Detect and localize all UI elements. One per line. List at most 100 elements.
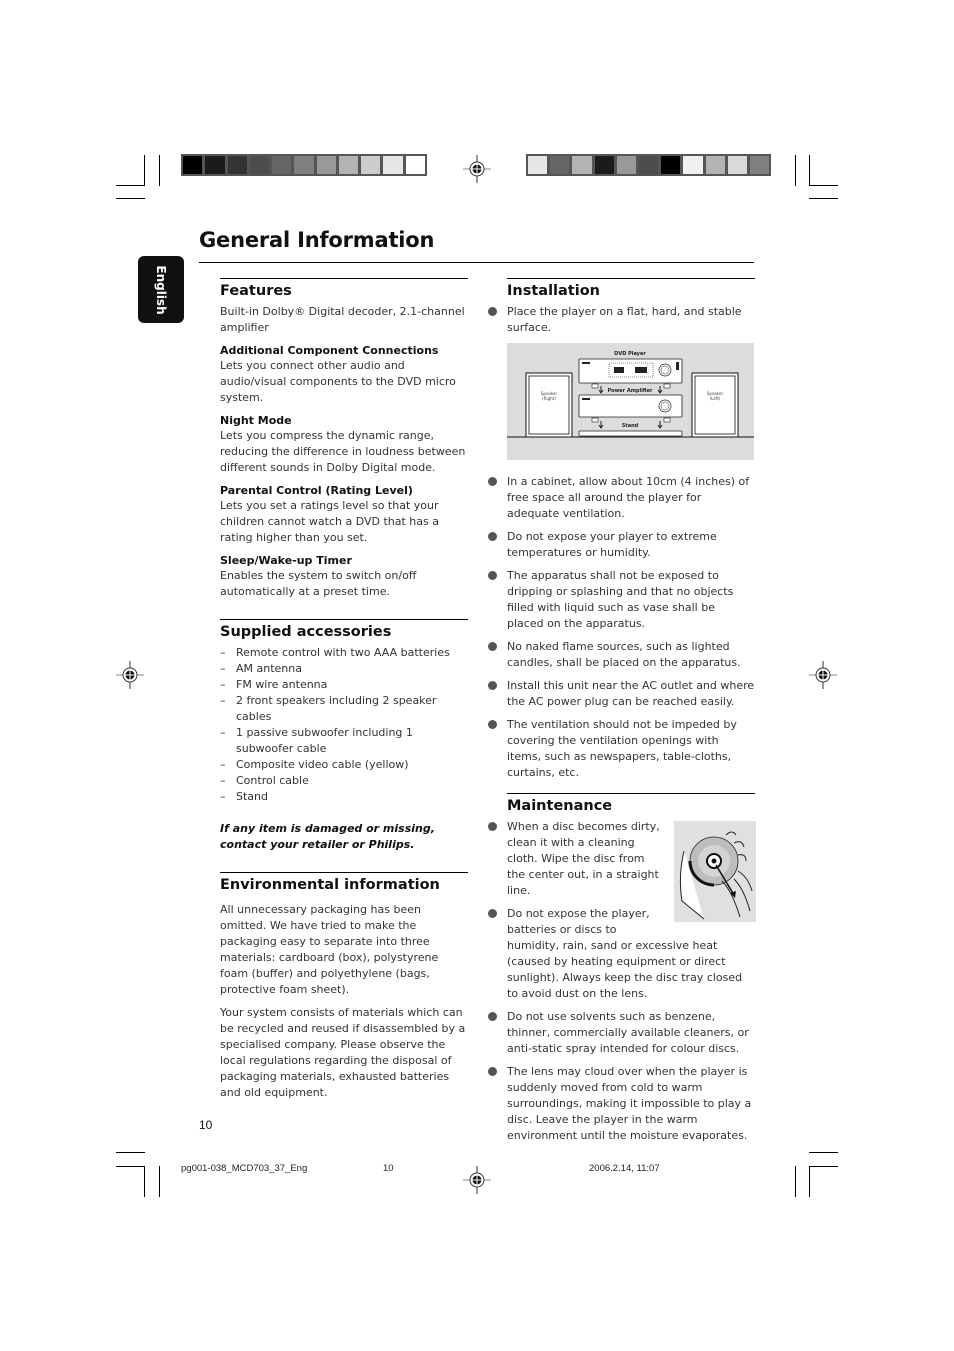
feature-title: Night Mode xyxy=(220,414,292,427)
color-swatch xyxy=(572,156,592,174)
feature-item: Additional Component Connections Lets yo… xyxy=(220,343,468,406)
crop-mark xyxy=(116,1152,145,1153)
power-amplifier-label: Power Amplifier xyxy=(608,388,654,394)
feature-item: Parental Control (Rating Level) Lets you… xyxy=(220,483,468,546)
list-item: The apparatus shall not be exposed to dr… xyxy=(487,568,755,632)
color-swatch xyxy=(638,156,659,174)
page-number: 10 xyxy=(199,1118,213,1132)
section-divider xyxy=(220,278,468,279)
color-swatch xyxy=(550,156,570,174)
color-swatch xyxy=(594,156,614,174)
speaker-right-sublabel: (Right) xyxy=(542,396,556,401)
color-swatch xyxy=(727,156,747,174)
language-tab: English xyxy=(138,256,184,323)
environment-paragraph: Your system consists of materials which … xyxy=(220,1006,466,1099)
crop-mark xyxy=(144,1166,145,1197)
list-item: Control cable xyxy=(220,773,468,789)
list-item: AM antenna xyxy=(220,661,468,677)
color-swatch xyxy=(528,156,548,174)
page-title: General Information xyxy=(199,228,435,252)
section-divider xyxy=(507,793,755,794)
language-tab-label: English xyxy=(154,264,168,315)
crop-mark xyxy=(144,155,145,186)
maintenance-list: When a disc becomes dirty, clean it with… xyxy=(487,819,755,1144)
list-item: 2 front speakers including 2 speaker cab… xyxy=(220,693,468,725)
accessories-section: Supplied accessories Remote control with… xyxy=(220,619,468,853)
crop-mark xyxy=(795,155,796,186)
crop-mark xyxy=(116,1166,145,1167)
list-item: 1 passive subwoofer including 1 subwoofe… xyxy=(220,725,468,757)
accessories-list: Remote control with two AAA batteries AM… xyxy=(220,645,468,805)
feature-title: Sleep/Wake-up Timer xyxy=(220,554,352,567)
features-intro: Built-in Dolby® Digital decoder, 2.1-cha… xyxy=(220,305,465,334)
list-item: Remote control with two AAA batteries xyxy=(220,645,468,661)
crop-mark xyxy=(795,1166,796,1197)
crop-mark xyxy=(809,155,810,186)
right-column: Installation Place the player on a flat,… xyxy=(487,278,756,1151)
section-divider xyxy=(220,872,468,873)
bullet-icon xyxy=(488,571,497,580)
installation-heading: Installation xyxy=(507,283,600,299)
list-item: Do not expose your player to extreme tem… xyxy=(487,529,755,561)
crop-mark xyxy=(116,185,145,186)
registration-mark-icon xyxy=(809,661,837,689)
color-swatch xyxy=(183,156,203,174)
bullet-icon xyxy=(488,720,497,729)
color-swatch xyxy=(661,156,681,174)
feature-item: Sleep/Wake-up Timer Enables the system t… xyxy=(220,553,468,600)
color-swatch xyxy=(249,156,270,174)
color-swatch xyxy=(383,156,403,174)
print-file-name: pg001-038_MCD703_37_Eng xyxy=(181,1163,308,1174)
color-swatch xyxy=(749,156,770,174)
crop-mark xyxy=(809,198,838,199)
list-item: Do not use solvents such as benzene, thi… xyxy=(487,1009,755,1057)
stand-label: Stand xyxy=(622,423,639,429)
color-swatch xyxy=(683,156,703,174)
color-swatch xyxy=(338,156,359,174)
color-swatch xyxy=(361,156,381,174)
list-item: Composite video cable (yellow) xyxy=(220,757,468,773)
left-column: Features Built-in Dolby® Digital decoder… xyxy=(220,278,468,1108)
color-swatch xyxy=(227,156,247,174)
bullet-icon xyxy=(488,307,497,316)
installation-figure: Speaker (Right) Speaker (Left) DVD Playe… xyxy=(507,343,754,460)
list-item: The ventilation should not be impeded by… xyxy=(487,717,755,781)
crop-mark xyxy=(809,1166,838,1167)
color-swatch xyxy=(316,156,336,174)
bullet-icon xyxy=(488,532,497,541)
environment-heading: Environmental information xyxy=(220,877,440,893)
installation-section: Installation Place the player on a flat,… xyxy=(487,278,755,781)
speaker-left-sublabel: (Left) xyxy=(710,396,721,401)
crop-mark xyxy=(159,155,160,186)
feature-title: Parental Control (Rating Level) xyxy=(220,484,413,497)
bullet-icon xyxy=(488,822,497,831)
features-section: Features Built-in Dolby® Digital decoder… xyxy=(220,278,468,600)
crop-mark xyxy=(116,198,145,199)
color-calibration-bar-left xyxy=(181,154,427,176)
bullet-icon xyxy=(488,1012,497,1021)
feature-text: Lets you compress the dynamic range, red… xyxy=(220,429,466,474)
color-swatch xyxy=(205,156,225,174)
color-calibration-bar-right xyxy=(526,154,771,176)
print-timestamp: 2006.2.14, 11:07 xyxy=(589,1163,660,1174)
list-item: No naked flame sources, such as lighted … xyxy=(487,639,755,671)
feature-text: Enables the system to switch on/off auto… xyxy=(220,569,417,598)
feature-item: Night Mode Lets you compress the dynamic… xyxy=(220,413,468,476)
section-divider xyxy=(507,278,755,279)
crop-mark xyxy=(809,1152,838,1153)
feature-text: Lets you set a ratings level so that you… xyxy=(220,499,439,544)
environment-paragraph: All unnecessary packaging has been omitt… xyxy=(220,903,439,996)
installation-list: Place the player on a flat, hard, and st… xyxy=(487,304,755,336)
crop-mark xyxy=(809,185,838,186)
feature-title: Additional Component Connections xyxy=(220,344,439,357)
accessories-heading: Supplied accessories xyxy=(220,624,392,640)
color-swatch xyxy=(616,156,636,174)
crop-mark xyxy=(809,1166,810,1197)
list-item: FM wire antenna xyxy=(220,677,468,693)
bullet-icon xyxy=(488,642,497,651)
list-item: Stand xyxy=(220,789,468,805)
environment-section: Environmental information All unnecessar… xyxy=(220,872,468,1101)
list-item: Install this unit near the AC outlet and… xyxy=(487,678,755,710)
list-item: When a disc becomes dirty, clean it with… xyxy=(487,819,755,899)
features-heading: Features xyxy=(220,283,292,299)
